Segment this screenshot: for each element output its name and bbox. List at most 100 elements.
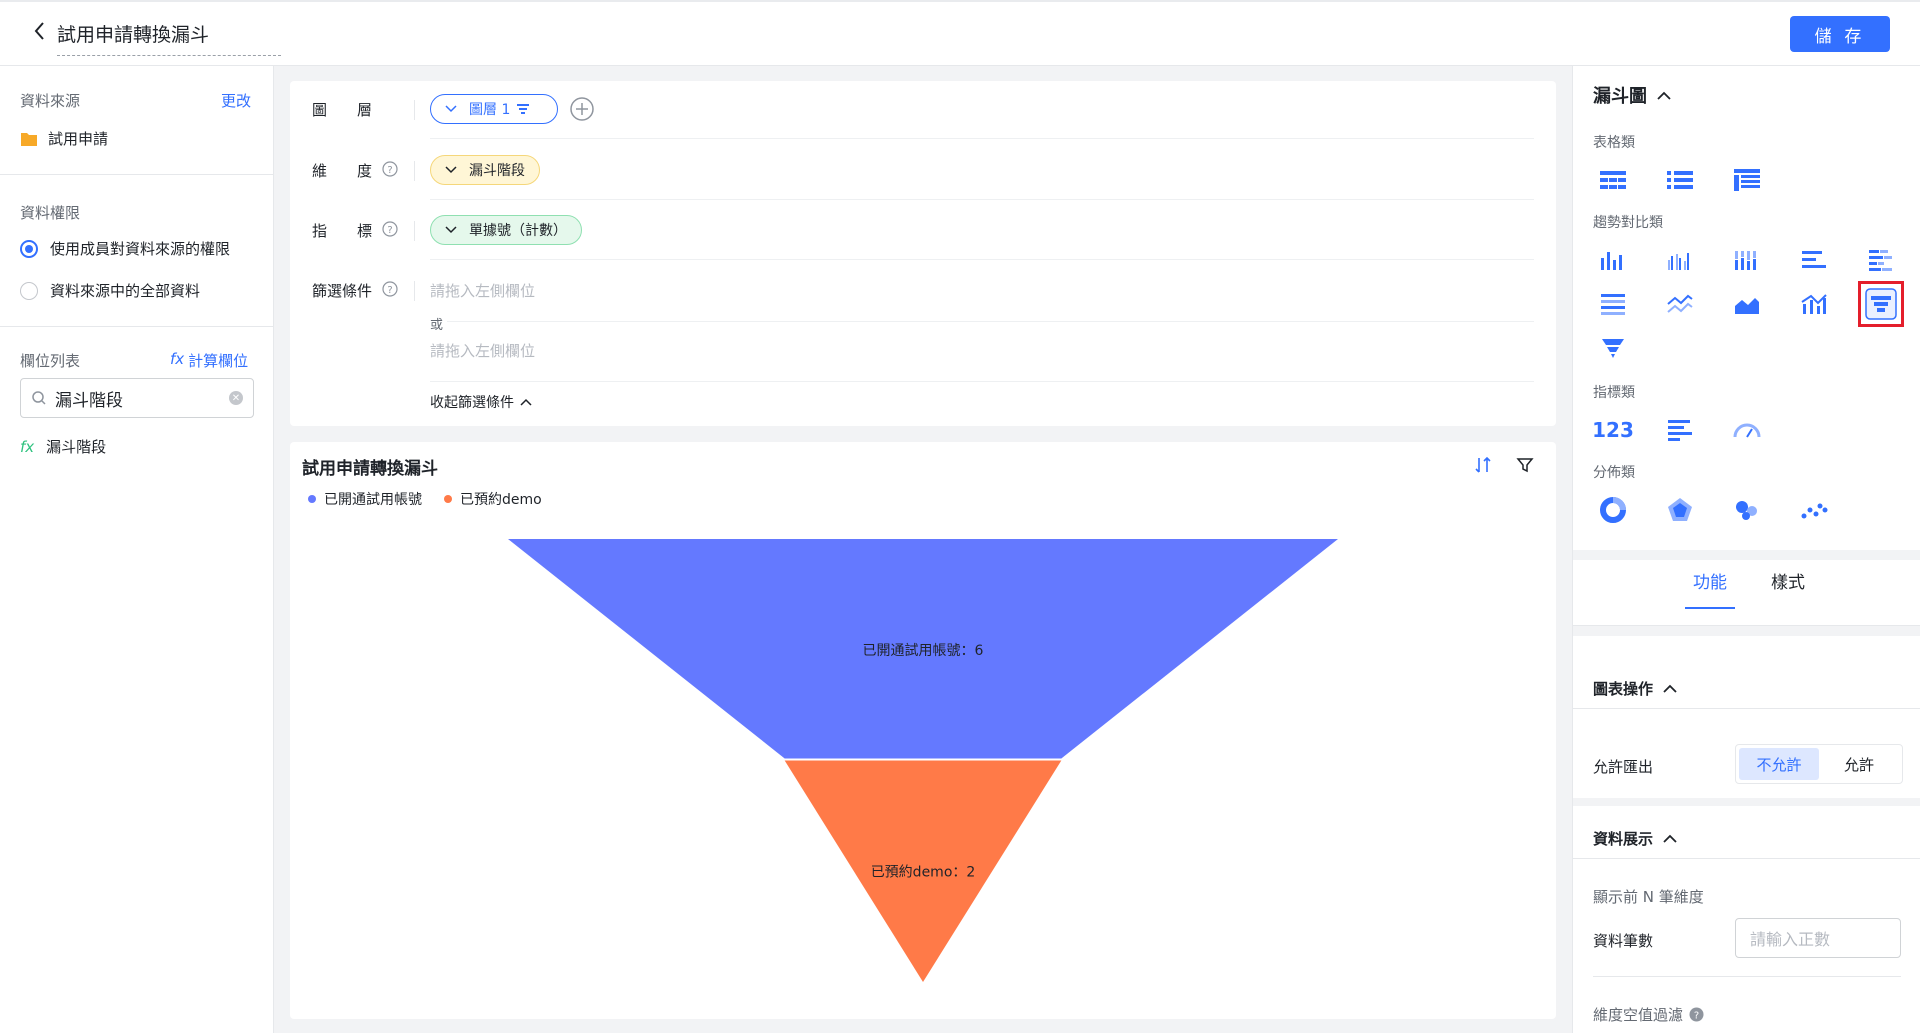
chart-type-title: 漏斗圖 [1593, 86, 1647, 107]
funnel-chart-icon-selected[interactable] [1858, 281, 1904, 327]
divider [0, 174, 274, 175]
donut-chart-icon[interactable] [1593, 490, 1633, 530]
filter-dropzone-2[interactable]: 請拖入左側欄位 [430, 340, 535, 361]
chevron-up-icon [1657, 91, 1671, 100]
tab-style[interactable]: 樣式 [1763, 568, 1813, 593]
tab-function[interactable]: 功能 [1685, 568, 1735, 609]
page-title[interactable]: 試用申請轉換漏斗 [57, 20, 281, 56]
field-item[interactable]: fx 漏斗階段 [20, 436, 106, 457]
collapse-filter-link[interactable]: 收起篩選條件 [430, 392, 532, 412]
right-panel: 漏斗圖 表格類 趨勢對比類 指標類 123 分佈類 功能 樣式 圖表操作 允許匯… [1572, 66, 1920, 1033]
area-chart-icon[interactable] [1727, 284, 1767, 324]
count-placeholder: 請輸入正數 [1750, 930, 1831, 949]
permission-option-all[interactable]: 資料來源中的全部資料 [20, 280, 200, 301]
chart-ops-header[interactable]: 圖表操作 [1593, 678, 1677, 699]
field-list-label: 欄位列表 [20, 352, 81, 370]
indicator-chart-group: 123 [1592, 410, 1767, 450]
separator [414, 281, 415, 301]
export-disallow-option[interactable]: 不允許 [1739, 748, 1819, 780]
layer-pill[interactable]: 圖層 1 [430, 94, 558, 124]
radar-chart-icon[interactable] [1660, 490, 1700, 530]
radio-checked[interactable] [20, 239, 38, 258]
inverted-funnel-icon[interactable] [1593, 328, 1633, 368]
count-input[interactable]: 請輸入正數 [1735, 918, 1901, 958]
group-trend-label: 趨勢對比類 [1593, 215, 1663, 231]
chevron-down-icon [445, 105, 457, 113]
left-panel: 資料來源 更改 試用申請 資料權限 使用成員對資料來源的權限 資料來源中的全部資… [0, 66, 274, 1033]
stacked-horizontal-bar-icon[interactable] [1861, 240, 1901, 280]
group-distribution-label: 分佈類 [1593, 465, 1635, 481]
clear-icon[interactable]: ✕ [229, 391, 243, 405]
stacked-bar-icon[interactable] [1727, 240, 1767, 280]
layer-label: 圖 層 [312, 101, 373, 119]
source-item[interactable]: 試用申請 [20, 128, 108, 149]
funnel-mini-icon [517, 104, 530, 114]
back-icon[interactable] [30, 18, 50, 44]
dimension-label: 維 度 [312, 162, 373, 180]
list-chart-icon[interactable] [1660, 160, 1700, 200]
divider [0, 326, 274, 327]
divider [1593, 976, 1901, 977]
save-button[interactable]: 儲 存 [1790, 16, 1890, 52]
trend-chart-group [1593, 240, 1920, 368]
divider [1573, 708, 1920, 709]
dimension-pill[interactable]: 漏斗階段 [430, 155, 540, 185]
pivot-table-icon[interactable] [1727, 160, 1767, 200]
data-display-header[interactable]: 資料展示 [1593, 828, 1677, 849]
filter-label: 篩選條件 [312, 282, 373, 300]
horizontal-bar-icon[interactable] [1794, 240, 1834, 280]
filter-dropzone-1[interactable]: 請拖入左側欄位 [430, 280, 535, 301]
metric-pill[interactable]: 單據號（計數） [430, 215, 582, 245]
separator [414, 161, 415, 181]
fx-icon: fx [20, 437, 35, 456]
funnel-chart: 已開通試用帳號：6 已預約demo：2 [508, 539, 1338, 982]
progress-bar-icon[interactable] [1660, 410, 1700, 450]
collapse-label: 收起篩選條件 [430, 395, 514, 411]
scatter-map-icon[interactable] [1727, 490, 1767, 530]
metric-label: 指 標 [312, 222, 373, 240]
section-gap [1573, 798, 1920, 806]
grouped-bar-icon[interactable] [1660, 240, 1700, 280]
svg-text:?: ? [387, 225, 392, 236]
svg-text:?: ? [1694, 1011, 1699, 1022]
chevron-down-icon [445, 226, 457, 234]
layer-value: 圖層 1 [469, 102, 511, 118]
kpi-number-icon[interactable]: 123 [1592, 410, 1634, 450]
config-panel: 圖 層 圖層 1 維 度 ? 漏斗階段 指 標 ? 單據號（計數） 篩選條件 ?… [290, 81, 1556, 426]
permission-option-member[interactable]: 使用成員對資料來源的權限 [20, 238, 230, 259]
allow-export-label: 允許匯出 [1593, 758, 1654, 776]
funnel-segment-label: 已預約demo：2 [871, 864, 976, 880]
section-gap [1573, 626, 1920, 636]
empty-filter-header: 維度空值過濾 ? [1593, 1004, 1704, 1025]
data-display-title: 資料展示 [1593, 830, 1654, 848]
chart-type-header[interactable]: 漏斗圖 [1593, 82, 1671, 108]
field-search-input[interactable]: 漏斗階段 ✕ [20, 378, 254, 418]
combo-chart-icon[interactable] [1794, 284, 1834, 324]
distribution-chart-group [1593, 490, 1834, 530]
add-layer-icon[interactable] [570, 97, 594, 121]
table-chart-icon[interactable] [1593, 160, 1633, 200]
chart-ops-title: 圖表操作 [1593, 680, 1654, 698]
radio-unchecked[interactable] [20, 281, 38, 300]
chevron-up-icon [520, 398, 532, 406]
help-icon[interactable]: ? [382, 161, 398, 181]
funnel-segment-label: 已開通試用帳號：6 [863, 643, 984, 659]
empty-filter-label: 維度空值過濾 [1593, 1006, 1684, 1024]
metric-value: 單據號（計數） [469, 223, 567, 239]
percent-bar-icon[interactable] [1593, 284, 1633, 324]
line-chart-icon[interactable] [1660, 284, 1700, 324]
help-icon[interactable]: ? [1689, 1007, 1704, 1022]
table-chart-group [1593, 160, 1767, 200]
svg-text:?: ? [387, 165, 392, 176]
fx-icon: fx [170, 350, 185, 368]
row-divider [430, 138, 1534, 139]
scatter-chart-icon[interactable] [1794, 490, 1834, 530]
calc-field-button[interactable]: fx 計算欄位 [170, 350, 248, 371]
bar-chart-icon[interactable] [1593, 240, 1633, 280]
gauge-icon[interactable] [1727, 410, 1767, 450]
field-name: 漏斗階段 [46, 438, 107, 456]
export-allow-option[interactable]: 允許 [1819, 748, 1899, 780]
help-icon[interactable]: ? [382, 281, 398, 301]
help-icon[interactable]: ? [382, 221, 398, 241]
change-source-link[interactable]: 更改 [221, 90, 251, 111]
